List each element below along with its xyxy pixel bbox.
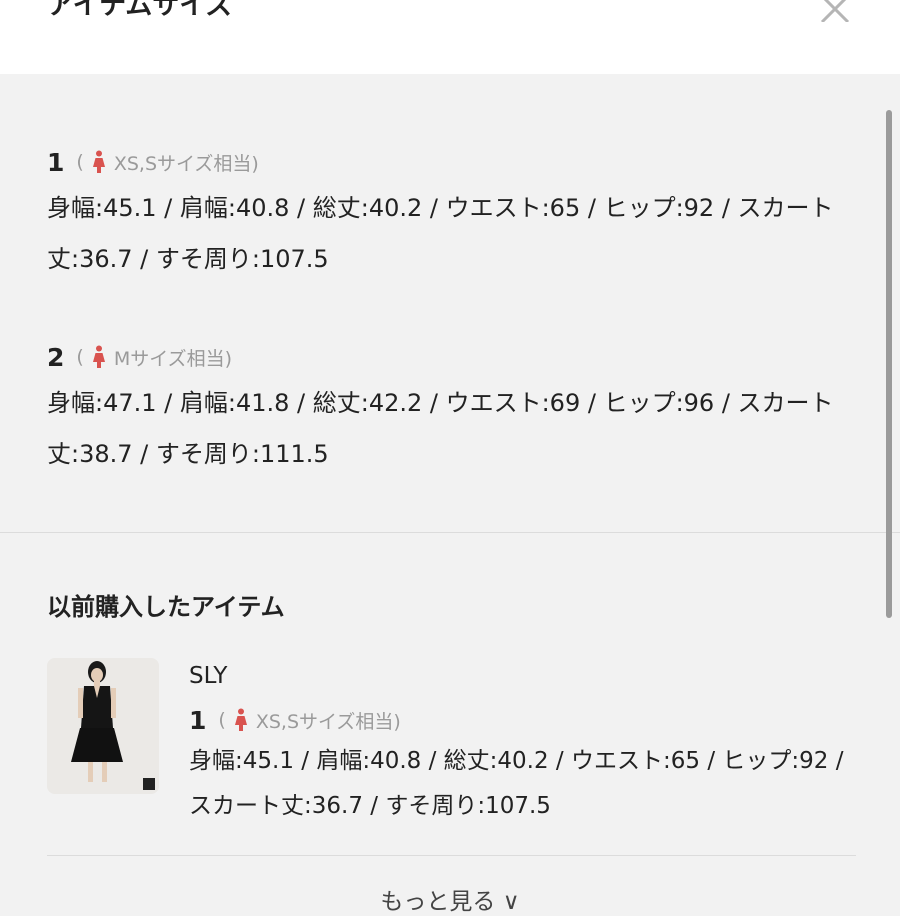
person-icon xyxy=(92,345,105,368)
size-entry-2: 2 ( Mサイズ相当) 身幅:47.1 / 肩幅:41.8 / 総丈:42.2 … xyxy=(47,337,847,480)
list-divider xyxy=(47,855,856,856)
show-more-link[interactable]: もっと見る ∨ xyxy=(0,882,900,916)
size-equivalent: ( Mサイズ相当) xyxy=(76,344,232,371)
previous-items-title: 以前購入したアイテム xyxy=(47,593,285,621)
close-button[interactable] xyxy=(812,0,856,22)
size-number: 2 xyxy=(47,342,65,372)
scrollbar[interactable] xyxy=(886,110,892,618)
item-thumbnail[interactable] xyxy=(47,658,159,794)
close-icon xyxy=(820,0,850,22)
size-equivalent-text: XS,Sサイズ相当) xyxy=(255,710,401,733)
size-equivalent: ( XS,Sサイズ相当) xyxy=(218,707,401,734)
size-equivalent-text: XS,Sサイズ相当) xyxy=(113,152,259,175)
size-number: 1 xyxy=(47,147,65,177)
paren-open: ( xyxy=(76,346,84,368)
size-measurements: 身幅:47.1 / 肩幅:41.8 / 総丈:42.2 / ウエスト:69 / … xyxy=(47,389,834,468)
item-brand: SLY xyxy=(189,663,228,689)
person-icon xyxy=(92,150,105,173)
dress-image xyxy=(47,658,159,794)
person-icon xyxy=(234,708,247,731)
paren-open: ( xyxy=(76,151,84,173)
paren-open: ( xyxy=(218,709,226,731)
size-measurements: 身幅:45.1 / 肩幅:40.8 / 総丈:40.2 / ウエスト:65 / … xyxy=(47,194,834,273)
size-equivalent: ( XS,Sサイズ相当) xyxy=(76,149,259,176)
size-entry-1: 1 ( XS,Sサイズ相当) 身幅:45.1 / 肩幅:40.8 / 総丈:40… xyxy=(47,142,847,285)
previous-item-info: SLY 1 ( XS,Sサイズ相当) 身幅:45.1 / 肩幅:40.8 / 総… xyxy=(189,658,849,829)
size-equivalent-text: Mサイズ相当) xyxy=(113,347,233,370)
size-list[interactable]: 1 ( XS,Sサイズ相当) 身幅:45.1 / 肩幅:40.8 / 総丈:40… xyxy=(0,74,900,915)
section-divider xyxy=(0,532,900,533)
item-measurements: 身幅:45.1 / 肩幅:40.8 / 総丈:40.2 / ウエスト:65 / … xyxy=(189,748,844,819)
size-number: 1 xyxy=(189,705,207,735)
modal-header: アイテムサイズ xyxy=(0,0,900,74)
page-title: アイテムサイズ xyxy=(47,0,233,21)
